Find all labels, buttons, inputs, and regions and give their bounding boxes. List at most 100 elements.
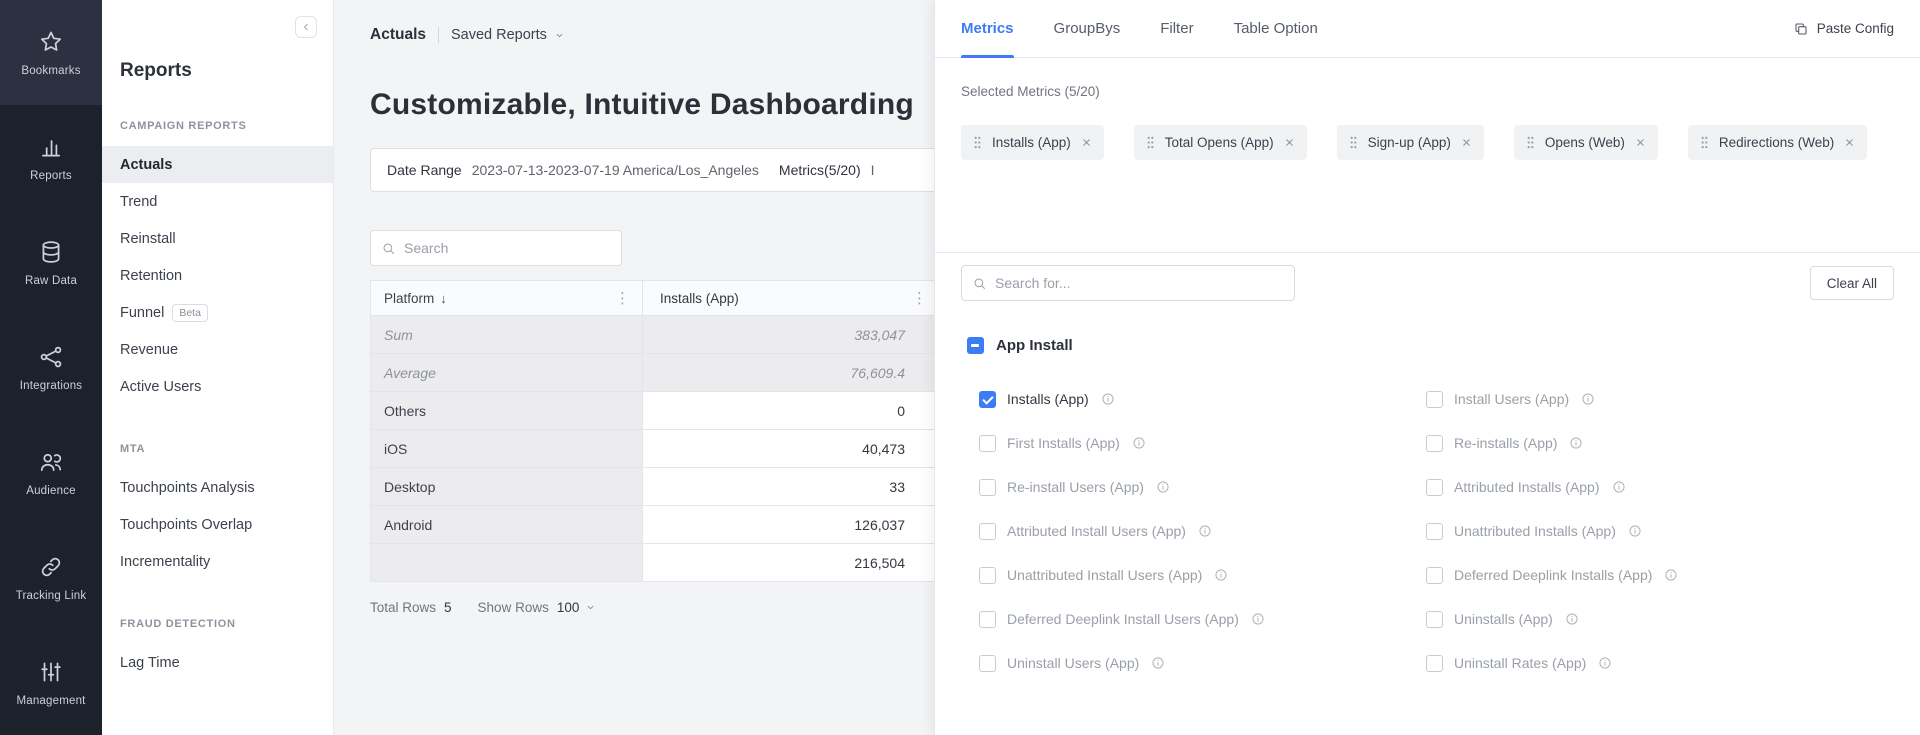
unchecked-checkbox-icon[interactable] bbox=[1426, 655, 1443, 672]
sidebar-item-touchpoints-overlap[interactable]: Touchpoints Overlap bbox=[102, 506, 333, 543]
unchecked-checkbox-icon[interactable] bbox=[1426, 611, 1443, 628]
unchecked-checkbox-icon[interactable] bbox=[1426, 567, 1443, 584]
metric-chip-opens-web[interactable]: Opens (Web) bbox=[1514, 125, 1658, 160]
info-icon[interactable] bbox=[1198, 524, 1212, 538]
remove-chip-icon[interactable] bbox=[1461, 137, 1472, 148]
unchecked-checkbox-icon[interactable] bbox=[979, 479, 996, 496]
sidebar-section-label: CAMPAIGN REPORTS bbox=[120, 120, 315, 132]
unchecked-checkbox-icon[interactable] bbox=[1426, 523, 1443, 540]
sidebar-item-revenue[interactable]: Revenue bbox=[102, 331, 333, 368]
metric-option-attributed-install-users-app[interactable]: Attributed Install Users (App) bbox=[979, 521, 1426, 541]
metric-chip-sign-up-app[interactable]: Sign-up (App) bbox=[1337, 125, 1484, 160]
rail-item-tracking-link[interactable]: Tracking Link bbox=[0, 525, 102, 630]
unchecked-checkbox-icon[interactable] bbox=[979, 567, 996, 584]
info-icon[interactable] bbox=[1251, 612, 1265, 626]
unchecked-checkbox-icon[interactable] bbox=[979, 655, 996, 672]
unchecked-checkbox-icon[interactable] bbox=[1426, 391, 1443, 408]
rail-item-reports[interactable]: Reports bbox=[0, 105, 102, 210]
metric-chip-total-opens-app[interactable]: Total Opens (App) bbox=[1134, 125, 1307, 160]
metric-option-unattributed-installs-app[interactable]: Unattributed Installs (App) bbox=[1426, 521, 1873, 541]
remove-chip-icon[interactable] bbox=[1844, 137, 1855, 148]
table-search-input[interactable] bbox=[404, 240, 611, 256]
metric-option-re-install-users-app[interactable]: Re-install Users (App) bbox=[979, 477, 1426, 497]
metrics-summary-value[interactable]: I bbox=[871, 162, 875, 178]
metric-option-first-installs-app[interactable]: First Installs (App) bbox=[979, 433, 1426, 453]
tab-groupbys[interactable]: GroupBys bbox=[1054, 0, 1121, 57]
rail-item-bookmarks[interactable]: Bookmarks bbox=[0, 0, 102, 105]
metric-chip-redirections-web[interactable]: Redirections (Web) bbox=[1688, 125, 1867, 160]
unchecked-checkbox-icon[interactable] bbox=[979, 523, 996, 540]
tab-filter[interactable]: Filter bbox=[1160, 0, 1193, 57]
bar-chart-icon bbox=[38, 134, 64, 160]
info-icon[interactable] bbox=[1664, 568, 1678, 582]
column-menu-icon[interactable]: ⋮ bbox=[615, 289, 630, 307]
metrics-search-input[interactable] bbox=[995, 275, 1284, 291]
sidebar-item-touchpoints-analysis[interactable]: Touchpoints Analysis bbox=[102, 469, 333, 506]
sidebar-item-active-users[interactable]: Active Users bbox=[102, 368, 333, 405]
metric-option-re-installs-app[interactable]: Re-installs (App) bbox=[1426, 433, 1873, 453]
drag-handle-icon[interactable] bbox=[1700, 135, 1709, 150]
checked-checkbox-icon[interactable] bbox=[979, 391, 996, 408]
show-rows-dropdown[interactable]: 100 bbox=[557, 600, 597, 615]
tab-table-option[interactable]: Table Option bbox=[1234, 0, 1318, 57]
rail-item-audience[interactable]: Audience bbox=[0, 420, 102, 525]
rail-item-management[interactable]: Management bbox=[0, 630, 102, 735]
info-icon[interactable] bbox=[1156, 480, 1170, 494]
sidebar-item-trend[interactable]: Trend bbox=[102, 183, 333, 220]
date-range-label[interactable]: Date Range bbox=[387, 162, 462, 178]
info-icon[interactable] bbox=[1565, 612, 1579, 626]
info-icon[interactable] bbox=[1132, 436, 1146, 450]
sidebar-collapse-button[interactable] bbox=[295, 16, 317, 38]
unchecked-checkbox-icon[interactable] bbox=[1426, 435, 1443, 452]
metric-option-uninstall-users-app[interactable]: Uninstall Users (App) bbox=[979, 653, 1426, 673]
metric-option-install-users-app[interactable]: Install Users (App) bbox=[1426, 389, 1873, 409]
metric-option-installs-app[interactable]: Installs (App) bbox=[979, 389, 1426, 409]
metric-option-deferred-deeplink-install-users-app[interactable]: Deferred Deeplink Install Users (App) bbox=[979, 609, 1426, 629]
info-icon[interactable] bbox=[1101, 392, 1115, 406]
info-icon[interactable] bbox=[1628, 524, 1642, 538]
metric-option-deferred-deeplink-installs-app[interactable]: Deferred Deeplink Installs (App) bbox=[1426, 565, 1873, 585]
drag-handle-icon[interactable] bbox=[1146, 135, 1155, 150]
remove-chip-icon[interactable] bbox=[1284, 137, 1295, 148]
info-icon[interactable] bbox=[1612, 480, 1626, 494]
metric-chip-installs-app[interactable]: Installs (App) bbox=[961, 125, 1104, 160]
unchecked-checkbox-icon[interactable] bbox=[979, 611, 996, 628]
drag-handle-icon[interactable] bbox=[973, 135, 982, 150]
sort-descending-icon[interactable]: ↓ bbox=[440, 291, 447, 306]
remove-chip-icon[interactable] bbox=[1635, 137, 1646, 148]
info-icon[interactable] bbox=[1569, 436, 1583, 450]
saved-reports-dropdown[interactable]: Saved Reports bbox=[451, 27, 565, 43]
rail-item-integrations[interactable]: Integrations bbox=[0, 315, 102, 420]
metric-option-attributed-installs-app[interactable]: Attributed Installs (App) bbox=[1426, 477, 1873, 497]
sidebar-item-funnel[interactable]: FunnelBeta bbox=[102, 294, 333, 331]
info-icon[interactable] bbox=[1581, 392, 1595, 406]
sidebar-item-actuals[interactable]: Actuals bbox=[102, 146, 333, 183]
info-icon[interactable] bbox=[1151, 656, 1165, 670]
sidebar-item-lag-time[interactable]: Lag Time bbox=[102, 644, 333, 681]
rail-item-raw-data[interactable]: Raw Data bbox=[0, 210, 102, 315]
metric-option-label: First Installs (App) bbox=[1007, 435, 1120, 451]
column-header-installs-app[interactable]: Installs (App)⋮ bbox=[643, 281, 941, 315]
sidebar-item-reinstall[interactable]: Reinstall bbox=[102, 220, 333, 257]
sidebar-item-retention[interactable]: Retention bbox=[102, 257, 333, 294]
info-icon[interactable] bbox=[1598, 656, 1612, 670]
unchecked-checkbox-icon[interactable] bbox=[979, 435, 996, 452]
metric-group-app-install[interactable]: App Install bbox=[967, 337, 1920, 354]
metric-option-unattributed-install-users-app[interactable]: Unattributed Install Users (App) bbox=[979, 565, 1426, 585]
metric-option-uninstall-rates-app[interactable]: Uninstall Rates (App) bbox=[1426, 653, 1873, 673]
tab-metrics[interactable]: Metrics bbox=[961, 0, 1014, 57]
metrics-summary-label[interactable]: Metrics(5/20) bbox=[779, 162, 861, 178]
drag-handle-icon[interactable] bbox=[1526, 135, 1535, 150]
group-indeterminate-checkbox-icon[interactable] bbox=[967, 337, 984, 354]
unchecked-checkbox-icon[interactable] bbox=[1426, 479, 1443, 496]
date-range-value[interactable]: 2023-07-13-2023-07-19 America/Los_Angele… bbox=[472, 162, 759, 178]
sidebar-item-incrementality[interactable]: Incrementality bbox=[102, 543, 333, 580]
metric-option-uninstalls-app[interactable]: Uninstalls (App) bbox=[1426, 609, 1873, 629]
column-menu-icon[interactable]: ⋮ bbox=[912, 289, 927, 307]
drag-handle-icon[interactable] bbox=[1349, 135, 1358, 150]
paste-config-button[interactable]: Paste Config bbox=[1793, 0, 1894, 57]
info-icon[interactable] bbox=[1214, 568, 1228, 582]
remove-chip-icon[interactable] bbox=[1081, 137, 1092, 148]
clear-all-button[interactable]: Clear All bbox=[1810, 266, 1894, 300]
column-header-platform[interactable]: Platform↓⋮ bbox=[371, 281, 643, 315]
